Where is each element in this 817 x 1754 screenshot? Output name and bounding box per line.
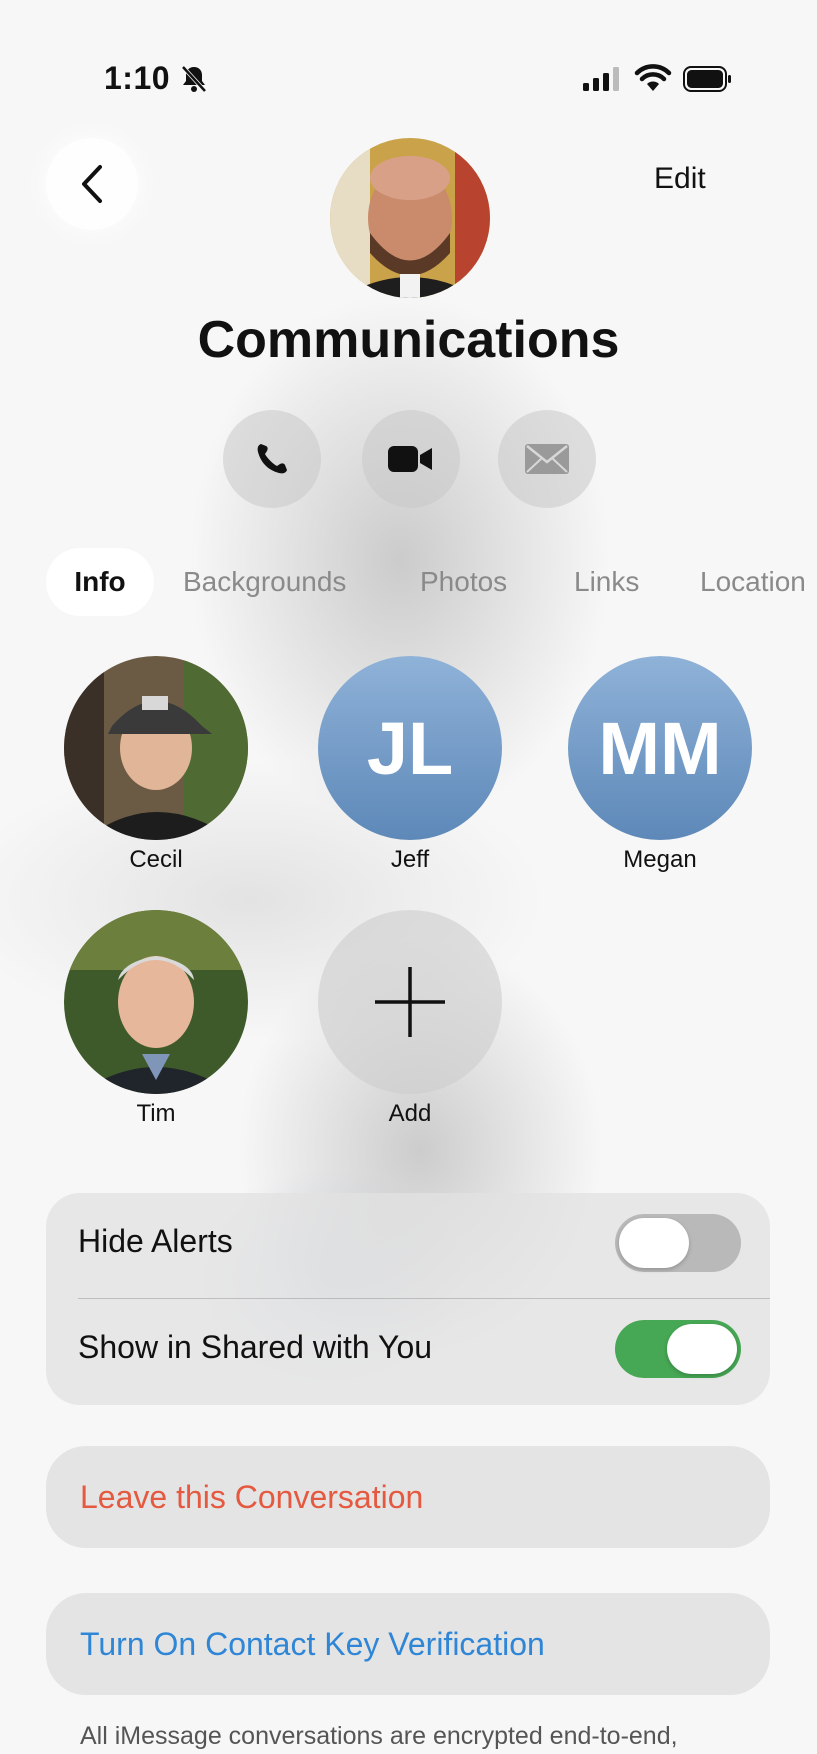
member-name: Megan	[623, 846, 697, 873]
divider	[78, 1298, 770, 1299]
toggle-knob	[619, 1218, 689, 1268]
chevron-left-icon	[82, 165, 102, 203]
cecil-photo	[64, 656, 248, 840]
leave-conversation-button[interactable]: Leave this Conversation	[46, 1446, 770, 1548]
phone-icon	[257, 444, 287, 474]
tim-photo	[64, 910, 248, 1094]
member-name: Cecil	[129, 846, 183, 873]
add-member-button[interactable]	[318, 910, 502, 1094]
back-button[interactable]	[46, 138, 138, 230]
edit-button[interactable]: Edit	[654, 162, 706, 196]
encryption-footnote: All iMessage conversations are encrypted…	[80, 1722, 678, 1750]
group-title: Communications	[197, 311, 620, 369]
group-photo	[330, 138, 490, 298]
member-avatar-tim[interactable]	[64, 910, 248, 1094]
video-camera-icon	[388, 446, 432, 472]
tab-info[interactable]: Info	[46, 548, 154, 616]
member-avatar-jeff[interactable]: JL	[318, 656, 502, 840]
member-avatar-cecil[interactable]	[64, 656, 248, 840]
member-name: Jeff	[390, 846, 430, 873]
group-avatar[interactable]	[330, 138, 490, 298]
hide-alerts-label: Hide Alerts	[78, 1223, 233, 1259]
toggle-knob	[667, 1324, 737, 1374]
bell-slash-icon	[181, 65, 207, 93]
show-in-shared-toggle[interactable]	[615, 1320, 741, 1378]
contact-key-verification-button[interactable]: Turn On Contact Key Verification	[46, 1593, 770, 1695]
show-in-shared-label: Show in Shared with You	[78, 1329, 433, 1365]
tab-photos[interactable]: Photos	[420, 566, 507, 598]
call-button[interactable]	[223, 410, 321, 508]
member-name: Tim	[136, 1100, 176, 1127]
tab-backgrounds[interactable]: Backgrounds	[183, 566, 346, 598]
wifi-icon	[634, 64, 672, 91]
tab-links[interactable]: Links	[574, 566, 639, 598]
member-name: Add	[388, 1100, 432, 1127]
member-avatar-megan[interactable]: MM	[568, 656, 752, 840]
hide-alerts-toggle[interactable]	[615, 1214, 741, 1272]
status-time: 1:10	[104, 60, 171, 96]
plus-icon	[375, 967, 445, 1037]
email-button[interactable]	[498, 410, 596, 508]
tab-location[interactable]: Location	[700, 566, 817, 598]
video-call-button[interactable]	[362, 410, 460, 508]
cellular-signal-icon	[583, 67, 619, 91]
battery-icon	[683, 66, 731, 92]
envelope-icon	[525, 444, 569, 474]
